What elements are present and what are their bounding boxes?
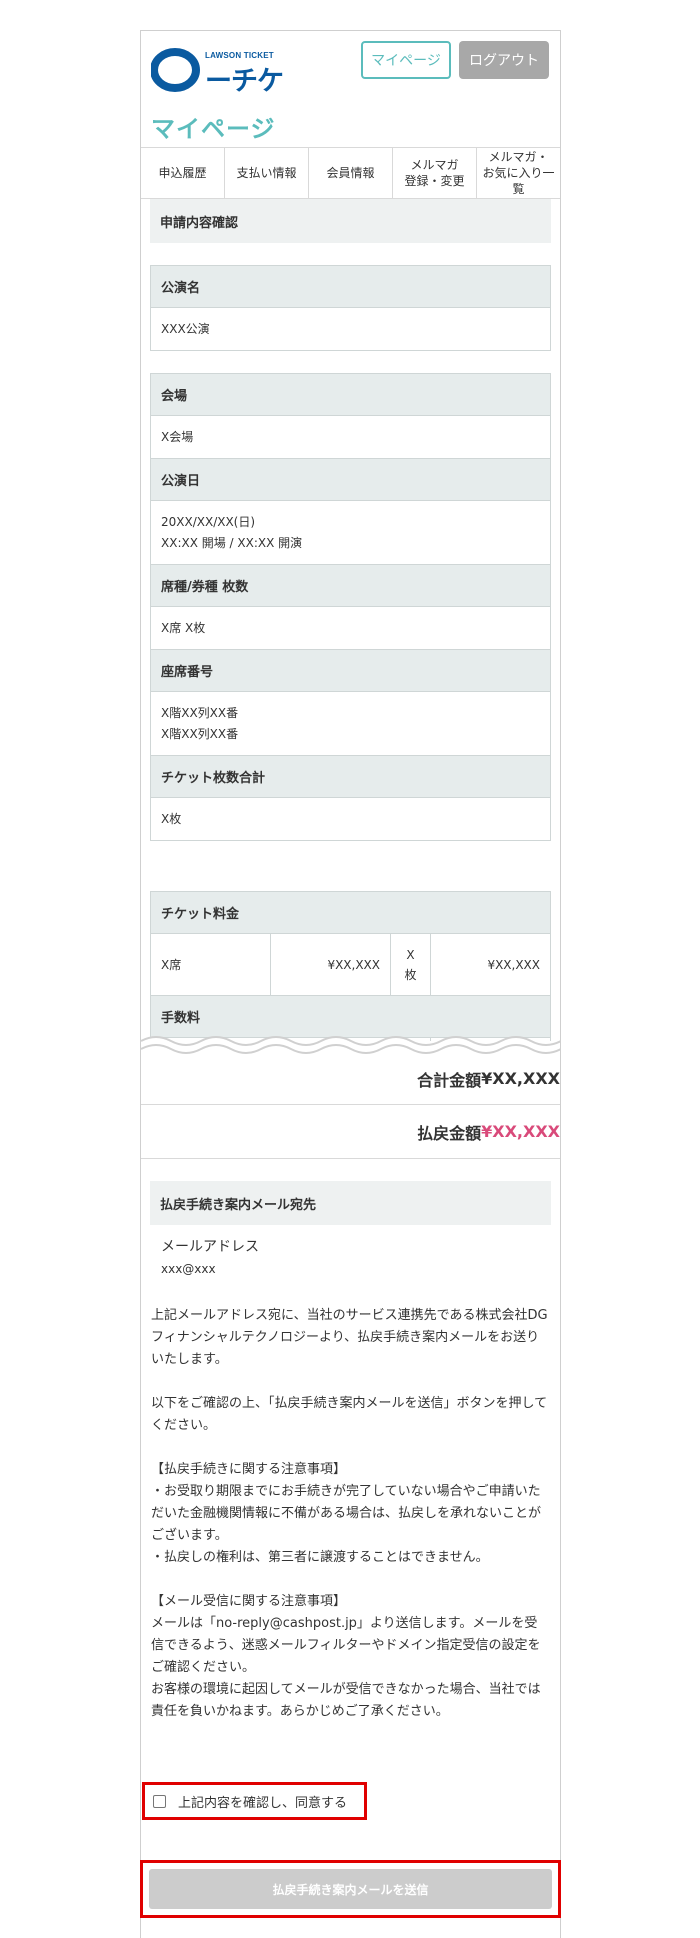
tab-newsletter-favorites[interactable]: メルマガ・ お気に入り一覧 bbox=[477, 148, 560, 198]
torn-edge-divider bbox=[141, 1036, 560, 1061]
total-amount-value: ¥XX,XXX bbox=[481, 1069, 560, 1088]
main-content: 申請内容確認 公演名 XXX公演 会場 X会場 公演日 20XX/XX/XX(日… bbox=[141, 199, 560, 1723]
mypage-button[interactable]: マイページ bbox=[361, 41, 451, 79]
total-amount-label: 合計金額 bbox=[417, 1070, 482, 1090]
ticket-count-value: X枚 bbox=[161, 811, 182, 826]
tab-newsletter-settings[interactable]: メルマガ 登録・変更 bbox=[393, 148, 477, 198]
logo-kana-text: ーチケ bbox=[205, 66, 284, 96]
tab-bar: 申込履歴 支払い情報 会員情報 メルマガ 登録・変更 メルマガ・ お気に入り一覧 bbox=[141, 147, 560, 199]
notes1-title: 【払戻手続きに関する注意事項】 bbox=[151, 1462, 347, 1477]
notes2-body: メールは「no-reply@cashpost.jp」より送信します。メールを受信… bbox=[151, 1616, 541, 1719]
date-value: 20XX/XX/XX(日) XX:XX 開場 / XX:XX 開演 bbox=[151, 501, 550, 565]
date-label: 公演日 bbox=[151, 459, 550, 501]
mail-address-block: メールアドレス xxx@xxx bbox=[141, 1225, 560, 1279]
lawson-ticket-logo[interactable]: LAWSON TICKET ーチケ bbox=[151, 41, 284, 97]
logo-ring-icon bbox=[151, 48, 200, 92]
agree-checkbox[interactable] bbox=[153, 1794, 166, 1808]
application-section-title: 申請内容確認 bbox=[150, 199, 551, 243]
seat-type-label: 席種/券種 枚数 bbox=[151, 565, 550, 607]
venue-value: X会場 bbox=[151, 416, 550, 459]
fee-subtotal: ¥XX,XXX bbox=[487, 957, 540, 972]
header: LAWSON TICKET ーチケ マイページ ログアウト マイページ bbox=[141, 31, 560, 147]
agree-checkbox-row[interactable]: 上記内容を確認し、同意する bbox=[142, 1782, 367, 1820]
mail-paragraph-1: 上記メールアドレス宛に、当社のサービス連携先である株式会社DGフィナンシャルテク… bbox=[151, 1308, 548, 1367]
details-box: 会場 X会場 公演日 20XX/XX/XX(日) XX:XX 開場 / XX:X… bbox=[150, 373, 551, 841]
seat-type-value: X席 X枚 bbox=[151, 607, 550, 650]
performance-value: XXX公演 bbox=[161, 321, 210, 336]
refund-amount-label: 払戻金額 bbox=[417, 1123, 482, 1143]
venue-label: 会場 bbox=[151, 374, 550, 416]
mail-section-title: 払戻手続き案内メール宛先 bbox=[150, 1181, 551, 1225]
fee-unit-price: ¥XX,XXX bbox=[271, 934, 391, 995]
refund-amount-row: 払戻金額 ¥XX,XXX bbox=[141, 1105, 560, 1159]
fee-seat: X席 bbox=[151, 934, 271, 995]
mail-address-label: メールアドレス bbox=[161, 1239, 259, 1255]
tab-member-info[interactable]: 会員情報 bbox=[309, 148, 393, 198]
performance-label: 公演名 bbox=[151, 266, 550, 308]
logout-button[interactable]: ログアウト bbox=[459, 41, 549, 79]
ticket-count-label: チケット枚数合計 bbox=[151, 756, 550, 798]
performance-box: 公演名 XXX公演 bbox=[150, 265, 551, 351]
seat-number-value: X階XX列XX番 X階XX列XX番 bbox=[151, 692, 550, 756]
mail-address-value: xxx@xxx bbox=[161, 1262, 216, 1276]
refund-amount-value: ¥XX,XXX bbox=[481, 1122, 560, 1141]
fee-row: X席 ¥XX,XXX X 枚 ¥XX,XXX bbox=[151, 934, 550, 996]
seat-number-label: 座席番号 bbox=[151, 650, 550, 692]
tab-payment-info[interactable]: 支払い情報 bbox=[225, 148, 309, 198]
ticket-fee-label: チケット料金 bbox=[151, 892, 550, 934]
mail-paragraph-2: 以下をご確認の上、「払戻手続き案内メールを送信」ボタンを押してください。 bbox=[151, 1396, 548, 1433]
send-refund-mail-button[interactable]: 払戻手続き案内メールを送信 bbox=[149, 1869, 552, 1909]
page-title: マイページ bbox=[151, 115, 276, 143]
notes2-title: 【メール受信に関する注意事項】 bbox=[151, 1594, 347, 1609]
agree-label[interactable]: 上記内容を確認し、同意する bbox=[178, 1792, 347, 1811]
tab-application-history[interactable]: 申込履歴 bbox=[141, 148, 225, 198]
fees-box: チケット料金 X席 ¥XX,XXX X 枚 ¥XX,XXX 手数料 bbox=[150, 891, 551, 1041]
page-container: LAWSON TICKET ーチケ マイページ ログアウト マイページ 申込履歴… bbox=[140, 30, 561, 1938]
notes1-body: ・お受取り期限までにお手続きが完了していない場合やご申請いただいた金融機関情報に… bbox=[151, 1484, 542, 1565]
send-button-frame: 払戻手続き案内メールを送信 bbox=[140, 1860, 561, 1918]
fee-quantity: X 枚 bbox=[391, 934, 431, 995]
